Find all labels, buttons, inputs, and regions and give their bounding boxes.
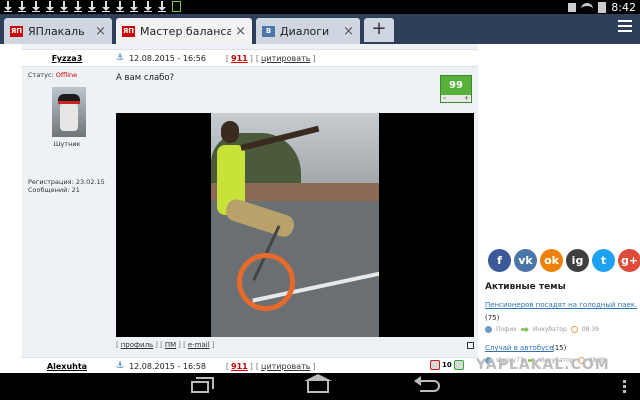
- vk-icon: В: [262, 25, 275, 37]
- post-author[interactable]: Alexuhta: [22, 362, 112, 371]
- wifi-icon: [581, 2, 594, 12]
- tab-master-balansa[interactable]: ЯП Мастер балансa... ×: [116, 18, 252, 44]
- navigation-bar: [0, 373, 640, 400]
- rating-value: 99: [449, 80, 463, 91]
- quote-link[interactable]: цитировать: [261, 54, 310, 63]
- quote-link[interactable]: цитировать: [261, 362, 310, 371]
- yaplakal-icon: ЯП: [10, 25, 23, 37]
- back-icon[interactable]: [414, 376, 440, 392]
- post-date: 12.08.2015 - 16:58: [129, 361, 206, 371]
- recent-apps-icon[interactable]: [191, 377, 214, 393]
- post-text: А вам слабо?: [116, 73, 175, 83]
- email-link[interactable]: e-mail: [188, 341, 210, 349]
- instagram-icon[interactable]: ig: [566, 249, 589, 272]
- download-icon: [102, 1, 110, 12]
- topic-link[interactable]: Пенсионеров посадят на голодный паек.: [485, 301, 637, 309]
- charging-icon: [172, 1, 181, 12]
- web-content: Fyzza3 ⚓ 12.08.2015 - 16:56 [ 911 ] [ ци…: [0, 44, 640, 373]
- new-tab-button[interactable]: +: [364, 18, 394, 42]
- download-icon: [130, 1, 138, 12]
- battery-icon: [598, 1, 607, 13]
- topic-count: (15): [552, 344, 567, 352]
- topic-link[interactable]: Случай в автобусе: [485, 344, 553, 352]
- post-date: 12.08.2015 - 16:56: [129, 53, 206, 63]
- overflow-menu-icon[interactable]: [623, 380, 626, 394]
- message-count: Сообщений: 21: [28, 186, 80, 194]
- notification-icons: [4, 1, 181, 12]
- download-icon: [32, 1, 40, 12]
- topic-count: (75): [485, 314, 500, 322]
- close-icon[interactable]: ×: [343, 24, 354, 39]
- google-plus-icon[interactable]: g+: [618, 249, 640, 272]
- user-title: Шутник: [53, 140, 81, 148]
- close-icon[interactable]: ×: [235, 24, 246, 39]
- sidebar: f vk ok ig t g+ Активные темы Пенсионеро…: [478, 44, 640, 373]
- vote-minus-button[interactable]: [430, 360, 440, 370]
- status-bar: 8:42: [0, 0, 640, 14]
- download-icon: [18, 1, 26, 12]
- tab-yaplakal[interactable]: ЯП ЯПлакаль ×: [4, 18, 112, 44]
- download-icon: [158, 1, 166, 12]
- user-icon: [485, 326, 492, 333]
- user-info: Статус: Offline Шутник Регистрация: 23.0…: [22, 68, 112, 344]
- download-icon: [74, 1, 82, 12]
- social-buttons: f vk ok ig t g+: [488, 249, 640, 272]
- rating-badge: 99 – +: [440, 75, 472, 103]
- pm-link[interactable]: ПМ: [165, 341, 176, 349]
- topic-user[interactable]: Пофик: [496, 326, 517, 333]
- yaplakal-icon: ЯП: [122, 25, 135, 37]
- odnoklassniki-icon[interactable]: ok: [540, 249, 563, 272]
- tab-title: Мастер балансa...: [140, 24, 232, 38]
- active-topics-heading: Активные темы: [485, 282, 566, 292]
- home-icon[interactable]: [304, 374, 332, 393]
- registration-date: Регистрация: 23.02.15: [28, 178, 105, 186]
- post-header: Alexuhta ⚓ 12.08.2015 - 16:58 [ 911 ] [ …: [22, 357, 478, 373]
- post-body: Статус: Offline Шутник Регистрация: 23.0…: [22, 68, 478, 349]
- topic-section[interactable]: Инкубатор: [533, 326, 567, 333]
- facebook-icon[interactable]: f: [488, 249, 511, 272]
- tab-title: ЯПлакаль: [28, 24, 85, 38]
- topic-meta: Пофик Инкубатор 08:39: [485, 326, 599, 333]
- download-icon: [88, 1, 96, 12]
- close-icon[interactable]: ×: [95, 24, 106, 39]
- anchor-icon[interactable]: ⚓: [116, 53, 124, 63]
- avatar[interactable]: [52, 87, 86, 137]
- post-number[interactable]: 911: [231, 54, 248, 63]
- report-icon[interactable]: [467, 341, 474, 349]
- forum-thread: Fyzza3 ⚓ 12.08.2015 - 16:56 [ 911 ] [ ци…: [22, 44, 478, 373]
- video-frame: [211, 113, 379, 337]
- anchor-icon[interactable]: ⚓: [116, 361, 124, 371]
- rating-value: 10: [442, 361, 452, 369]
- rating-badge: 10: [430, 360, 464, 370]
- download-icon: [144, 1, 152, 12]
- vote-plus-button[interactable]: [453, 360, 464, 370]
- post-number[interactable]: 911: [231, 362, 248, 371]
- download-icon: [60, 1, 68, 12]
- status-value: Offline: [55, 71, 78, 79]
- download-icon: [116, 1, 124, 12]
- post-header: Fyzza3 ⚓ 12.08.2015 - 16:56 [ 911 ] [ ци…: [22, 49, 478, 67]
- vkontakte-icon[interactable]: vk: [514, 249, 537, 272]
- tab-strip: ЯП ЯПлакаль × ЯП Мастер балансa... × В Д…: [0, 14, 640, 44]
- twitter-icon[interactable]: t: [592, 249, 615, 272]
- vote-plus-button[interactable]: +: [464, 95, 469, 102]
- notification-icon: [568, 2, 577, 12]
- clock: 8:42: [611, 0, 636, 14]
- watermark: YAPLAKAL.COM: [476, 357, 610, 373]
- menu-icon[interactable]: [618, 20, 632, 36]
- vote-minus-button[interactable]: –: [443, 95, 446, 102]
- video-player[interactable]: [116, 113, 474, 337]
- arrow-right-icon: [520, 326, 529, 333]
- status-label: Статус:: [28, 71, 54, 79]
- post-author[interactable]: Fyzza3: [22, 54, 112, 63]
- download-icon: [4, 1, 12, 12]
- topic-time: 08:39: [581, 326, 600, 333]
- download-icon: [46, 1, 54, 12]
- profile-link[interactable]: профиль: [121, 341, 153, 349]
- tab-dialogi[interactable]: В Диалоги ×: [256, 18, 360, 44]
- post-footer: [ профиль ] [ ПМ ] [ e-mail ]: [116, 340, 474, 350]
- clock-icon: [570, 326, 578, 333]
- tab-title: Диалоги: [280, 24, 330, 38]
